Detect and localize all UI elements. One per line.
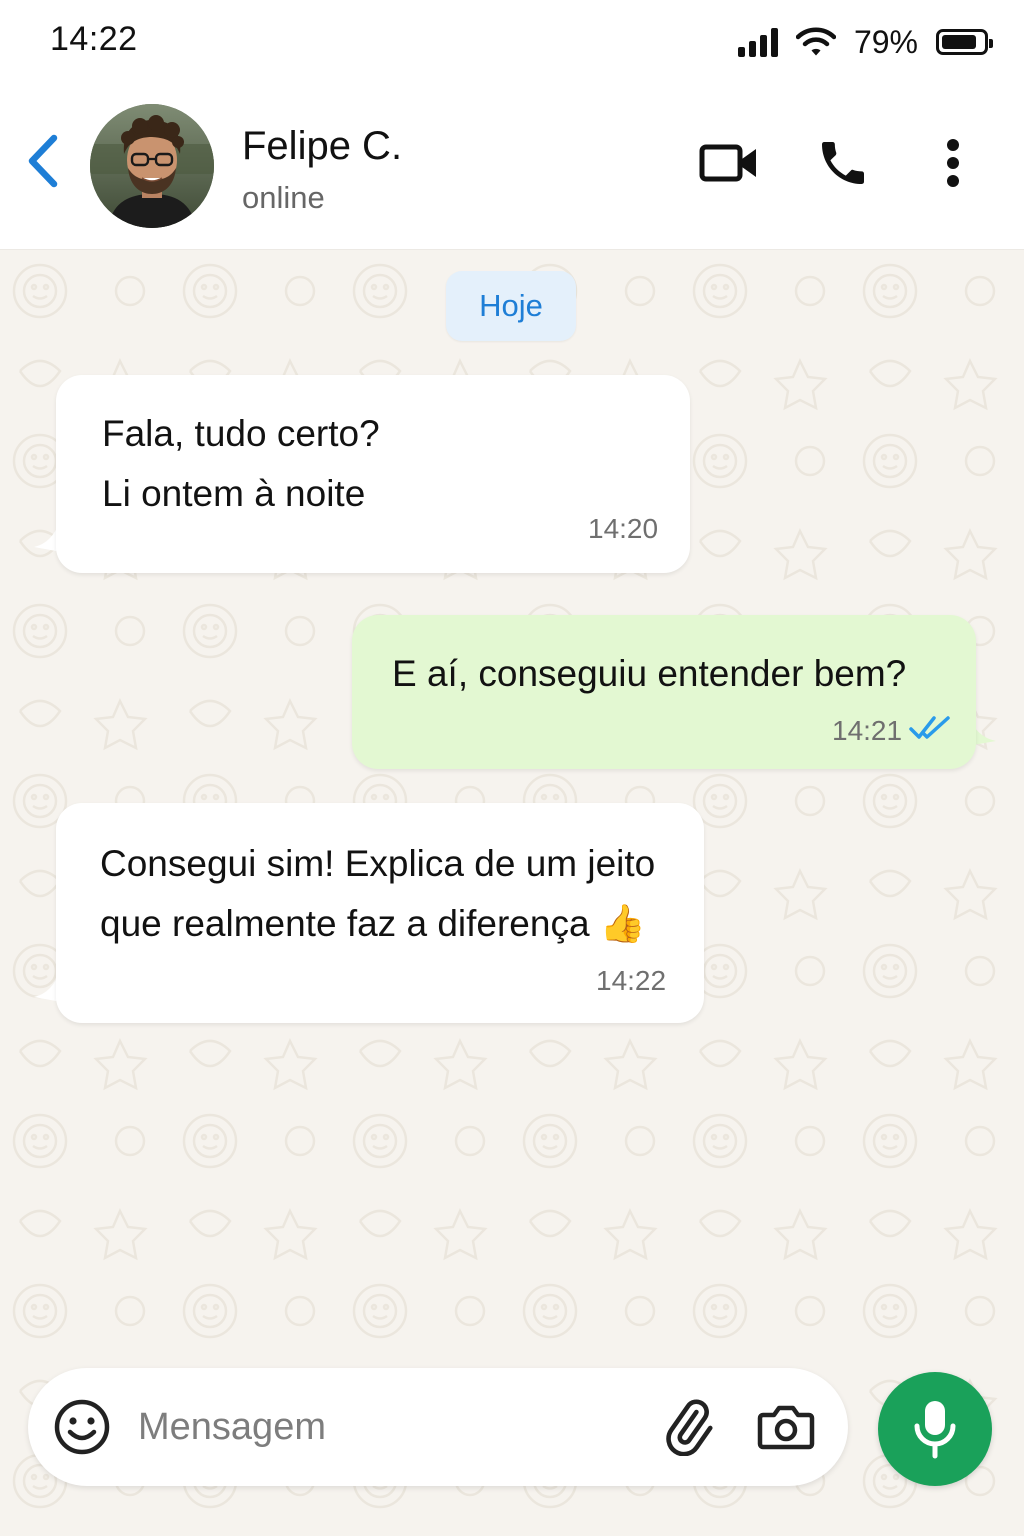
attach-icon [666,1399,713,1456]
status-icons: 79% [737,22,993,62]
more-options-button[interactable] [918,128,988,198]
microphone-icon [914,1401,956,1459]
message-time: 14:22 [596,965,667,996]
more-options-icon [947,139,959,187]
message-time: 14:20 [588,513,659,544]
message-text: Fala, tudo certo? [102,413,380,454]
avatar[interactable] [90,104,214,228]
message-text: Consegui sim! Explica de um jeito [100,843,656,884]
avatar-image [90,104,214,228]
battery-icon [936,29,993,55]
wifi-icon [795,27,836,56]
contact-name[interactable]: Felipe C. [242,124,402,169]
message-time: 14:21 [832,715,903,746]
video-call-icon [699,144,756,182]
date-chip: Hoje [446,271,576,341]
message-text: E aí, conseguiu entender bem? [392,653,907,694]
emoji-button[interactable] [52,1397,112,1457]
message-text: que realmente faz a diferença 👍 [100,903,646,944]
signal-icon [737,27,778,57]
voice-call-button[interactable] [808,128,878,198]
message-input[interactable] [138,1398,618,1456]
camera-icon [757,1405,815,1450]
microphone-button[interactable] [878,1372,992,1486]
chat-header: Felipe C. online [0,84,1024,250]
camera-button[interactable] [756,1397,816,1457]
contact-status: online [242,180,325,215]
status-time: 14:22 [50,20,138,58]
back-button[interactable] [22,128,66,194]
attach-button[interactable] [658,1397,718,1457]
message-bubble-incoming[interactable]: Consegui sim! Explica de um jeito que re… [56,803,704,1023]
chat-area[interactable]: Hoje Fala, tudo certo? Li ontem à noite … [0,251,1024,1536]
back-arrow-icon [28,134,58,188]
battery-percent: 79% [853,23,918,60]
message-text: Li ontem à noite [102,473,366,514]
double-check-icon [909,716,950,739]
message-bubble-outgoing[interactable]: E aí, conseguiu entender bem? 14:21 [352,615,976,769]
video-call-button[interactable] [694,128,764,198]
voice-call-icon [822,142,864,184]
emoji-icon [54,1399,110,1455]
status-bar: 14:22 79% [0,0,1024,84]
message-bubble-incoming[interactable]: Fala, tudo certo? Li ontem à noite 14:20 [56,375,690,573]
message-composer [28,1368,848,1486]
